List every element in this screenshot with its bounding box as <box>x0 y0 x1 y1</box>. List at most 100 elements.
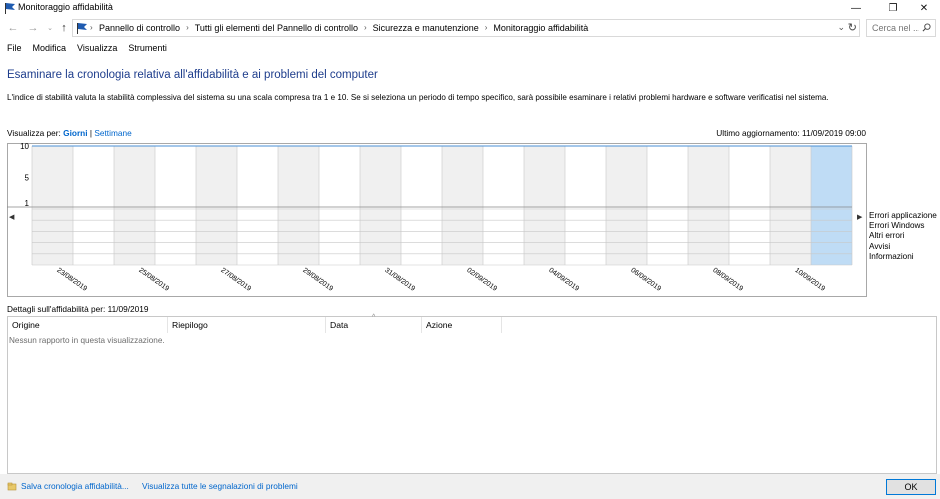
title-bar: Monitoraggio affidabilità — ❐ ✕ <box>0 0 940 16</box>
scroll-left-icon[interactable]: ◀ <box>9 213 14 221</box>
day-column <box>770 146 811 265</box>
day-column <box>565 146 606 265</box>
empty-message: Nessun rapporto in questa visualizzazion… <box>9 336 165 345</box>
breadcrumb-separator: › <box>186 23 189 32</box>
save-history-link[interactable]: Salva cronologia affidabilità... <box>7 481 129 491</box>
y-tick-label: 1 <box>25 199 30 208</box>
legend-information: Informazioni <box>869 251 914 261</box>
x-tick-label: 04/09/2019 <box>547 267 580 293</box>
view-by-selector: Visualizza per: Giorni | Settimane <box>7 128 132 138</box>
table-header: Origine Riepilogo Data Azione <box>8 317 936 333</box>
breadcrumb-separator: › <box>364 23 367 32</box>
minimize-icon: — <box>851 2 861 14</box>
search-icon <box>922 23 931 32</box>
day-column <box>442 146 483 265</box>
app-flag-icon <box>5 3 15 14</box>
address-bar: ← → ⌄ ↑ › Pannello di controllo › Tutti … <box>0 18 940 38</box>
column-header-action[interactable]: Azione <box>422 317 502 333</box>
refresh-icon[interactable]: ↻ <box>848 21 857 34</box>
breadcrumb-item-security-maintenance[interactable]: Sicurezza e manutenzione <box>373 23 479 33</box>
column-header-date[interactable]: Data <box>326 317 422 333</box>
window-title: Monitoraggio affidabilità <box>18 2 113 12</box>
day-column <box>237 146 278 265</box>
x-tick-label: 25/08/2019 <box>137 267 170 293</box>
legend-warnings: Avvisi <box>869 241 891 251</box>
close-button[interactable]: ✕ <box>908 0 940 16</box>
breadcrumb[interactable]: › Pannello di controllo › Tutti gli elem… <box>72 19 860 37</box>
menu-view[interactable]: Visualizza <box>70 41 121 55</box>
restore-button[interactable]: ❐ <box>877 0 909 16</box>
scroll-right-icon[interactable]: ▶ <box>857 213 862 221</box>
y-tick-label: 10 <box>20 143 29 151</box>
x-tick-label: 27/08/2019 <box>219 267 252 293</box>
address-dropdown-icon[interactable]: ⌄ <box>837 22 845 33</box>
menu-tools[interactable]: Strumenti <box>121 41 171 55</box>
day-column <box>360 146 401 265</box>
breadcrumb-separator: › <box>90 23 93 32</box>
legend-other-errors: Altri errori <box>869 231 905 241</box>
breadcrumb-item-all-items[interactable]: Tutti gli elementi del Pannello di contr… <box>195 23 358 33</box>
legend-app-errors: Errori applicazione <box>869 211 937 220</box>
footer: Salva cronologia affidabilità... Visuali… <box>0 474 940 499</box>
day-column <box>114 146 155 265</box>
up-button[interactable]: ↑ <box>57 21 71 35</box>
day-column <box>811 146 852 265</box>
x-tick-label: 29/08/2019 <box>301 267 334 293</box>
day-column <box>688 146 729 265</box>
x-tick-label: 06/09/2019 <box>629 267 662 293</box>
chart-legend: Errori applicazione Errori Windows Altri… <box>869 211 937 262</box>
menu-file[interactable]: File <box>0 41 26 55</box>
day-column <box>606 146 647 265</box>
view-by-label: Visualizza per: <box>7 128 61 138</box>
restore-icon: ❐ <box>888 2 898 14</box>
day-column <box>729 146 770 265</box>
x-tick-label: 02/09/2019 <box>465 267 498 293</box>
page-title: Esaminare la cronologia relativa all'aff… <box>7 69 378 81</box>
ok-button[interactable]: OK <box>886 479 936 495</box>
forward-button[interactable]: → <box>26 21 40 35</box>
minimize-button[interactable]: — <box>840 0 872 16</box>
column-header-summary[interactable]: Riepilogo <box>168 317 326 333</box>
day-column <box>73 146 114 265</box>
back-button[interactable]: ← <box>6 21 20 35</box>
y-tick-label: 5 <box>25 174 30 183</box>
view-weeks-link[interactable]: Settimane <box>94 128 131 138</box>
x-tick-label: 08/09/2019 <box>711 267 744 293</box>
arrow-right-icon: → <box>27 22 39 34</box>
breadcrumb-item-control-panel[interactable]: Pannello di controllo <box>99 23 180 33</box>
search-box[interactable] <box>866 19 936 37</box>
arrow-left-icon: ← <box>7 22 19 34</box>
column-header-source[interactable]: Origine <box>8 317 168 333</box>
day-column <box>32 146 73 265</box>
page-description: L'indice di stabilità valuta la stabilit… <box>7 93 829 102</box>
view-separator: | <box>89 128 93 138</box>
save-history-label[interactable]: Salva cronologia affidabilità... <box>21 481 129 491</box>
search-input[interactable] <box>867 20 919 36</box>
control-panel-flag-icon <box>77 23 87 34</box>
details-label: Dettagli sull'affidabilità per: 11/09/20… <box>7 304 149 314</box>
view-all-reports-link[interactable]: Visualizza tutte le segnalazioni di prob… <box>142 481 298 491</box>
x-tick-label: 23/08/2019 <box>55 267 88 293</box>
legend-windows-errors: Errori Windows <box>869 221 925 231</box>
chevron-down-icon: ⌄ <box>47 25 53 32</box>
menu-edit[interactable]: Modifica <box>26 41 71 55</box>
view-days-link[interactable]: Giorni <box>63 128 87 138</box>
day-column <box>278 146 319 265</box>
reliability-chart-svg[interactable]: 10 5 1 23/08/2019 25/08/2019 27/08/2019 29/08/… <box>7 143 867 297</box>
x-tick-label: 10/09/2019 <box>793 267 826 293</box>
day-column <box>401 146 442 265</box>
last-update-text: Ultimo aggiornamento: 11/09/2019 09:00 <box>716 128 866 138</box>
breadcrumb-separator: › <box>484 23 488 32</box>
details-table: ^ Origine Riepilogo Data Azione Nessun r… <box>7 314 937 474</box>
save-icon <box>7 482 17 491</box>
close-icon: ✕ <box>919 2 929 14</box>
day-column <box>319 146 360 265</box>
breadcrumb-item-reliability-monitor[interactable]: Monitoraggio affidabilità <box>493 23 588 33</box>
arrow-up-icon: ↑ <box>61 22 67 34</box>
recent-locations-button[interactable]: ⌄ <box>43 21 57 35</box>
day-column <box>155 146 196 265</box>
menu-bar: File Modifica Visualizza Strumenti <box>0 41 171 55</box>
x-tick-label: 31/08/2019 <box>383 267 416 293</box>
day-column <box>483 146 524 265</box>
day-column <box>196 146 237 265</box>
